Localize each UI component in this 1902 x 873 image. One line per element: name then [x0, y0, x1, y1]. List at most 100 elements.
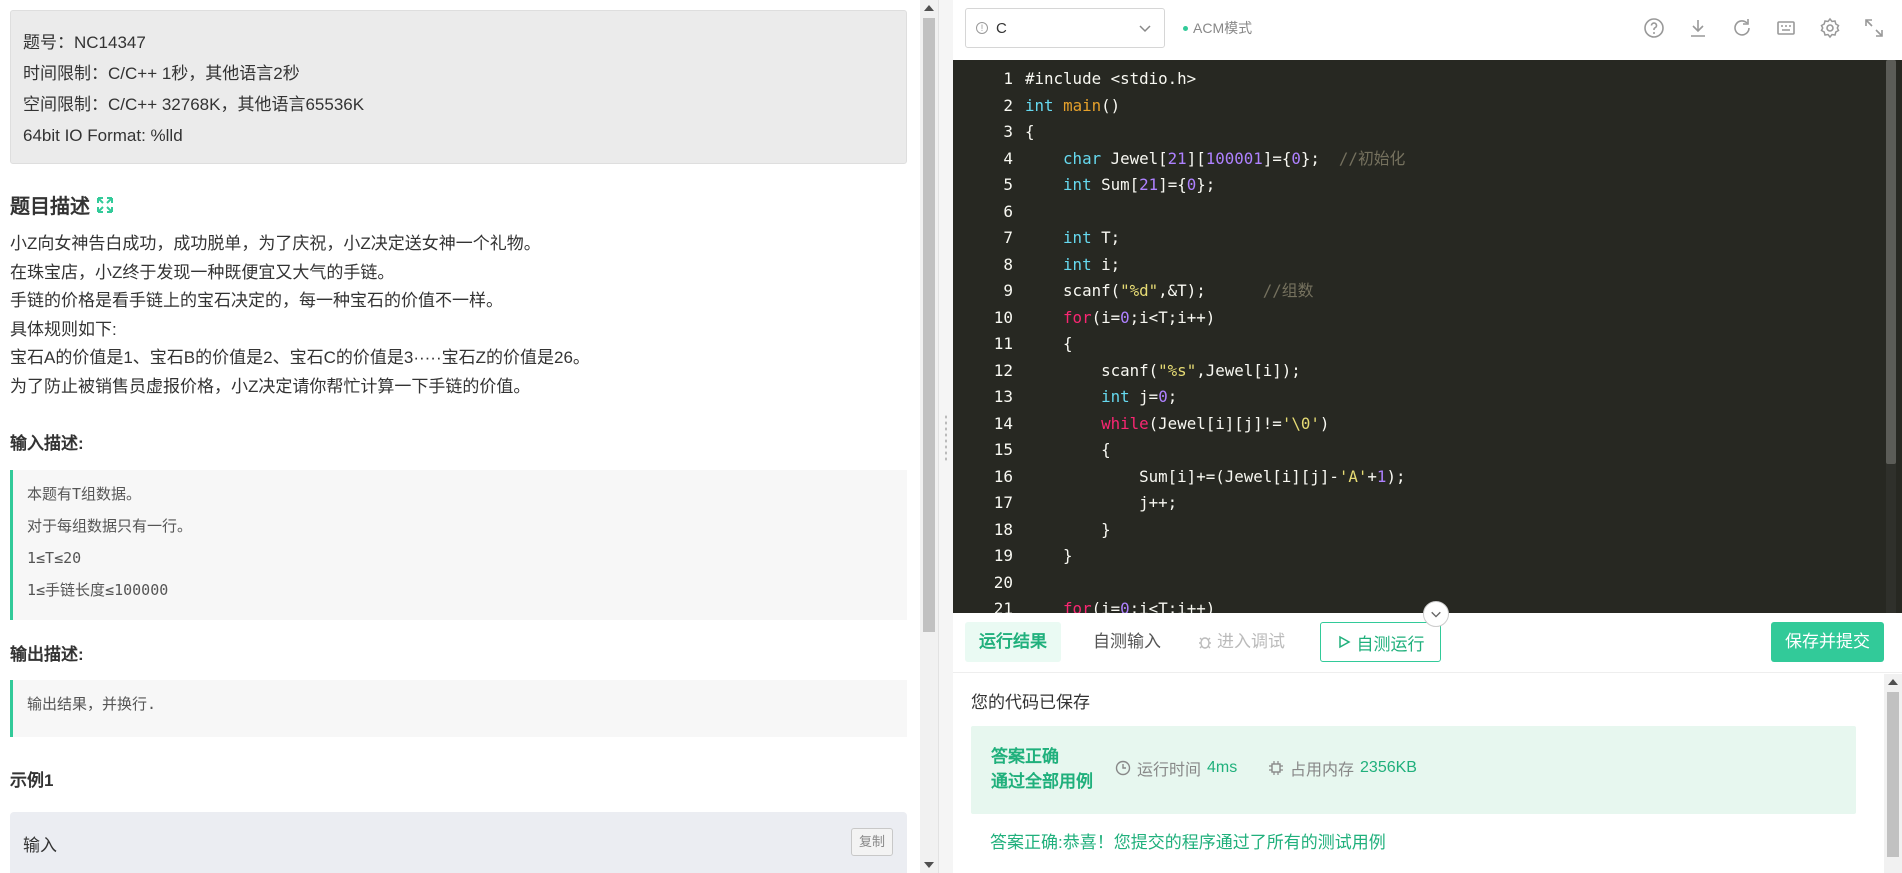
memory-value: 2356KB: [1360, 759, 1417, 776]
download-icon[interactable]: [1686, 16, 1710, 45]
line-number: 9: [1003, 281, 1013, 300]
bug-icon: [1199, 637, 1211, 649]
description-line: 手链的价格是看手链上的宝石决定的，每一种宝石的价值不一样。: [10, 291, 503, 310]
clock-icon: [1115, 760, 1131, 776]
collapse-panel-button[interactable]: [1423, 601, 1449, 627]
line-number: 12: [993, 360, 1013, 380]
mode-dot: [1183, 25, 1188, 31]
description-body: 小Z向女神告白成功，成功脱单，为了庆祝，小Z决定送女神一个礼物。 在珠宝店，小Z…: [10, 230, 910, 401]
chip-icon: [1269, 761, 1283, 775]
line-number: 3: [1003, 122, 1013, 141]
settings-icon[interactable]: [1818, 16, 1842, 45]
code-line[interactable]: [1025, 199, 1405, 226]
line-number: 8: [1003, 254, 1013, 274]
io-format: 64bit IO Format: %lld: [23, 126, 183, 145]
code-line[interactable]: Sum[i]+=(Jewel[i][j]-'A'+1);: [1025, 464, 1405, 491]
code-editor[interactable]: 1 2 3 4 5 6 7 8 9 10 11 12 13 14 15 16 1…: [953, 60, 1902, 613]
line-number: 5: [1003, 175, 1013, 194]
problem-scrollbar[interactable]: [920, 0, 938, 873]
code-line[interactable]: [1025, 570, 1405, 597]
code-line[interactable]: int main(): [1025, 93, 1405, 120]
saved-status: 您的代码已保存: [971, 693, 1090, 712]
problem-info-box: 题号：NC14347 时间限制：C/C++ 1秒，其他语言2秒 空间限制：C/C…: [10, 10, 907, 164]
example-input-label: 输入: [23, 836, 57, 855]
output-description-block: 输出结果，并换行.: [10, 680, 907, 737]
output-heading: 输出描述:: [10, 645, 84, 664]
description-line: 为了防止被销售员虚报价格，小Z决定请你帮忙计算一下手链的价值。: [10, 376, 531, 396]
refresh-icon[interactable]: [1730, 16, 1754, 45]
line-number: 6: [1003, 201, 1013, 221]
description-line: 宝石A的价值是1、宝石B的价值是2、宝石C的价值是3·····宝石Z的价值是26…: [10, 348, 590, 367]
code-line[interactable]: scanf("%s",Jewel[i]);: [1025, 358, 1405, 385]
self-run-button[interactable]: 自测运行: [1320, 622, 1441, 662]
code-line[interactable]: for(i=0;i<T;i++): [1025, 305, 1405, 332]
tab-run-result[interactable]: 运行结果: [965, 622, 1061, 662]
copy-button[interactable]: 复制: [851, 828, 893, 856]
self-run-label: 自测运行: [1356, 634, 1425, 654]
code-line[interactable]: while(Jewel[i][j]!='\0'): [1025, 411, 1405, 438]
code-line[interactable]: scanf("%d",&T); //组数: [1025, 278, 1405, 305]
code-lines[interactable]: #include <stdio.h> int main(){ char Jewel…: [1025, 66, 1405, 613]
scroll-up-arrow[interactable]: [924, 5, 934, 11]
result-scrollbar-thumb[interactable]: [1887, 692, 1899, 857]
output-line: 输出结果，并换行.: [27, 695, 157, 713]
code-line[interactable]: int Sum[21]={0};: [1025, 172, 1405, 199]
chevron-down-icon: [1431, 611, 1441, 618]
verdict-line-1: 答案正确: [991, 747, 1059, 766]
line-number-gutter: 1 2 3 4 5 6 7 8 9 10 11 12 13 14 15 16 1…: [953, 66, 1013, 613]
problem-panel: 题号：NC14347 时间限制：C/C++ 1秒，其他语言2秒 空间限制：C/C…: [0, 0, 922, 873]
splitter-grip[interactable]: [944, 414, 948, 462]
code-line[interactable]: int i;: [1025, 252, 1405, 279]
tab-debug[interactable]: 进入调试: [1183, 622, 1299, 662]
line-number: 2: [1003, 95, 1013, 115]
language-value: C: [996, 19, 1007, 37]
runtime-label: 运行时间: [1137, 762, 1202, 779]
code-line[interactable]: int j=0;: [1025, 384, 1405, 411]
runtime-value: 4ms: [1207, 759, 1238, 776]
code-line[interactable]: char Jewel[21][100001]={0}; //初始化: [1025, 146, 1405, 173]
line-number: 11: [993, 334, 1013, 353]
code-line[interactable]: for(i=0;i<T;i++): [1025, 596, 1405, 613]
code-line[interactable]: int T;: [1025, 225, 1405, 252]
scroll-up-arrow[interactable]: [1888, 679, 1898, 685]
input-description-block: 本题有T组数据。 对于每组数据只有一行。 1≤T≤20 1≤手链长度≤10000…: [10, 470, 907, 620]
code-line[interactable]: {: [1025, 331, 1405, 358]
example-input-box: 输入 复制: [10, 812, 907, 873]
expand-icon[interactable]: [96, 196, 114, 214]
code-line[interactable]: #include <stdio.h>: [1025, 66, 1405, 93]
keyboard-icon[interactable]: [1774, 16, 1798, 45]
input-line: 对于每组数据只有一行。: [27, 517, 193, 535]
line-number: 16: [993, 466, 1013, 486]
language-select[interactable]: ! C: [965, 8, 1165, 48]
code-line[interactable]: j++;: [1025, 490, 1405, 517]
tab-self-input[interactable]: 自测输入: [1079, 622, 1175, 662]
line-number: 18: [993, 519, 1013, 539]
result-panel: 您的代码已保存 答案正确 通过全部用例 运行时间 4ms 占用内存 2356KB…: [953, 674, 1883, 873]
description-line: 在珠宝店，小Z终于发现一种既便宜又大气的手链。: [10, 262, 395, 282]
save-submit-button[interactable]: 保存并提交: [1771, 622, 1884, 662]
code-line[interactable]: {: [1025, 437, 1405, 464]
pane-splitter[interactable]: [938, 0, 953, 873]
description-line: 具体规则如下:: [10, 319, 117, 339]
code-line[interactable]: {: [1025, 119, 1405, 146]
line-number: 1: [1003, 69, 1013, 88]
input-line: 本题有T组数据。: [27, 485, 142, 503]
line-number: 13: [993, 387, 1013, 406]
info-icon: !: [976, 22, 988, 34]
input-heading: 输入描述:: [10, 434, 84, 453]
toolbar-icons: [1642, 16, 1886, 45]
mode-label: ACM模式: [1193, 20, 1253, 36]
code-line[interactable]: }: [1025, 517, 1405, 544]
input-line: 1≤手链长度≤100000: [27, 581, 169, 599]
verdict-title: 答案正确 通过全部用例: [991, 744, 1093, 794]
code-line[interactable]: }: [1025, 543, 1405, 570]
description-line: 小Z向女神告白成功，成功脱单，为了庆祝，小Z决定送女神一个礼物。: [10, 234, 541, 253]
fullscreen-icon[interactable]: [1862, 16, 1886, 45]
result-scrollbar[interactable]: [1884, 674, 1902, 873]
chevron-down-icon: [1138, 21, 1152, 35]
scrollbar-thumb[interactable]: [923, 18, 935, 632]
editor-scrollbar[interactable]: [1886, 60, 1896, 613]
editor-scrollbar-thumb[interactable]: [1886, 60, 1896, 464]
scroll-down-arrow[interactable]: [924, 862, 934, 868]
help-icon[interactable]: [1642, 16, 1666, 45]
